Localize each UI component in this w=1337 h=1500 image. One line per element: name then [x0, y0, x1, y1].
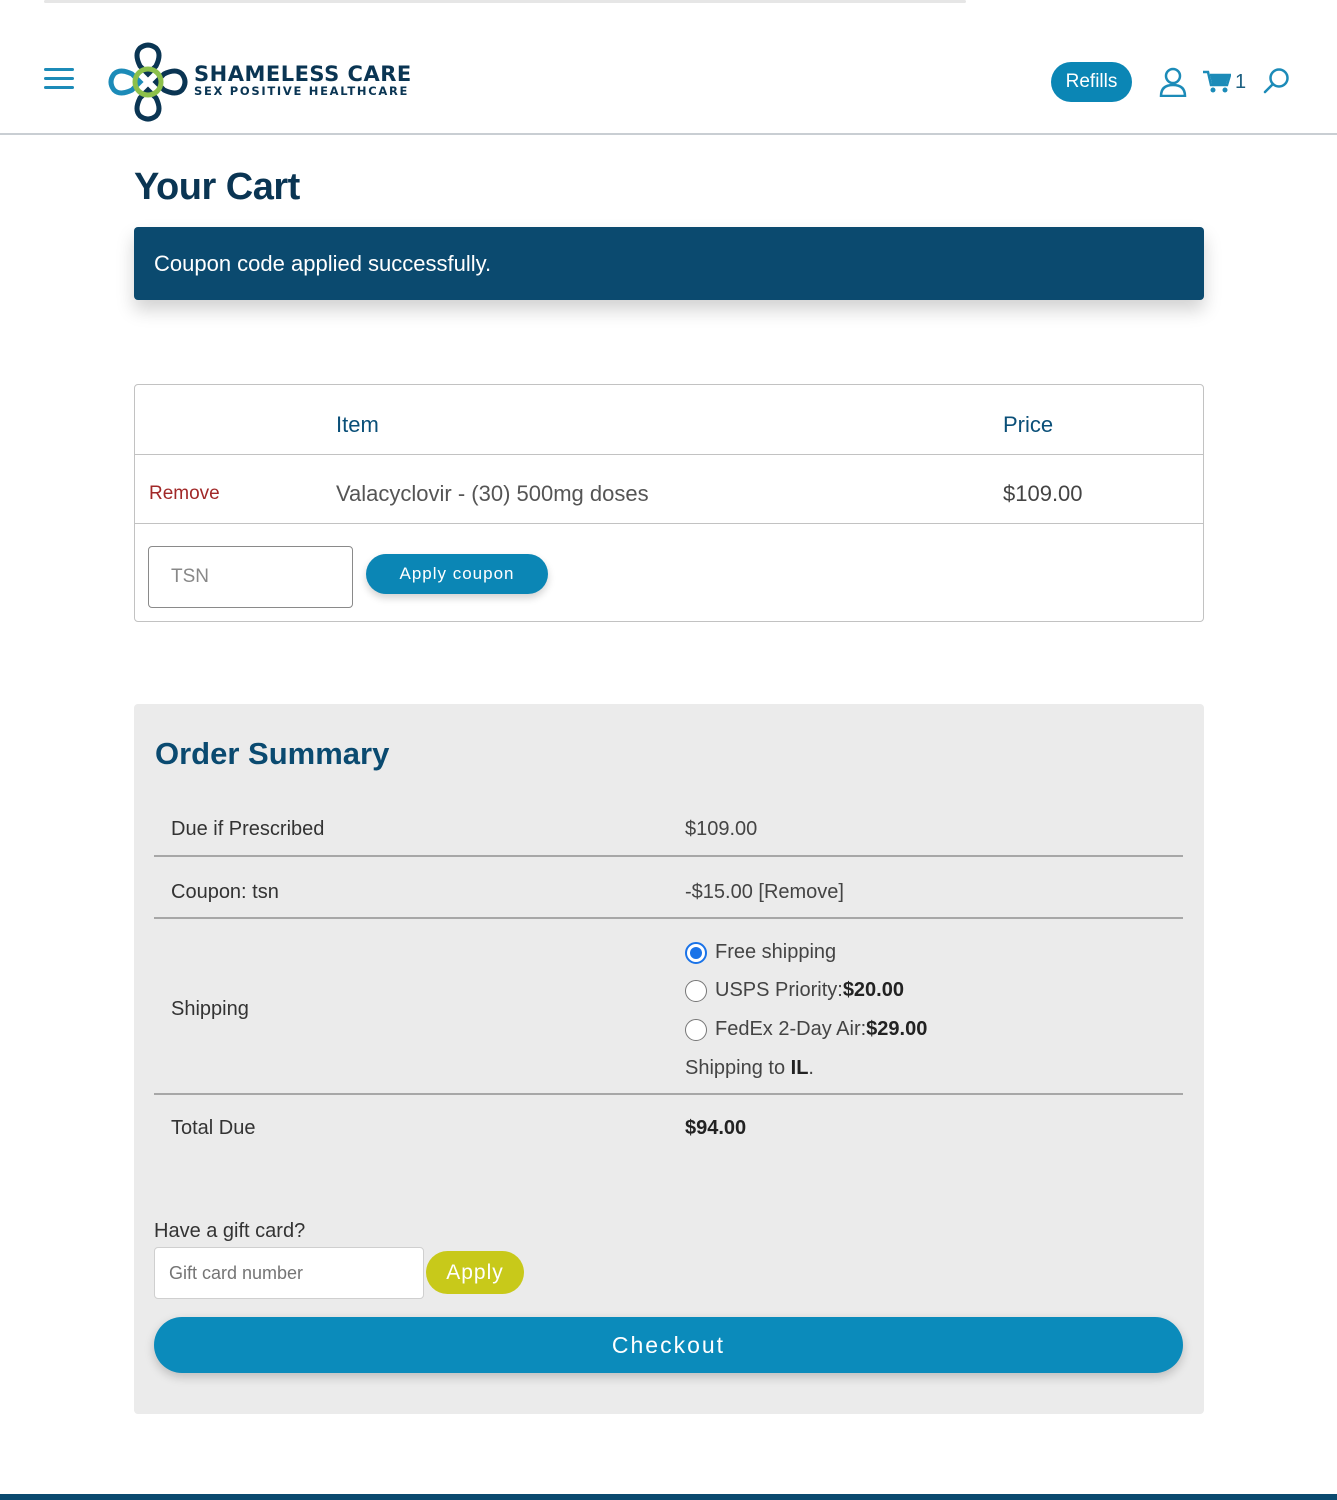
logo-cross-icon — [108, 42, 188, 122]
cart-table-header: Item Price — [135, 385, 1203, 455]
item-price: $109.00 — [1003, 481, 1083, 506]
radio-free-shipping[interactable] — [685, 941, 707, 964]
gift-card-input[interactable] — [154, 1247, 424, 1299]
shipping-to-state: IL — [790, 1057, 809, 1079]
logo[interactable]: SHAMELESS CARE SEX POSITIVE HEALTHCARE — [108, 42, 418, 122]
coupon-input[interactable] — [148, 546, 353, 608]
shipping-option-price: $29.00 — [866, 1018, 928, 1040]
summary-row-total: Total Due $94.00 — [154, 1097, 1183, 1157]
total-label: Total Due — [171, 1117, 256, 1139]
summary-row-due: Due if Prescribed $109.00 — [154, 794, 1183, 857]
total-value: $94.00 — [685, 1117, 747, 1139]
user-icon[interactable] — [1159, 67, 1187, 98]
site-header: SHAMELESS CARE SEX POSITIVE HEALTHCARE R… — [0, 0, 1337, 135]
search-icon[interactable] — [1262, 67, 1290, 95]
shipping-to-suffix: . — [808, 1057, 814, 1079]
gift-card-apply-button[interactable]: Apply — [426, 1251, 524, 1294]
gift-card-label: Have a gift card? — [154, 1220, 306, 1242]
shipping-destination: Shipping to IL. — [685, 1057, 814, 1080]
refills-button[interactable]: Refills — [1051, 62, 1132, 102]
order-summary-title: Order Summary — [155, 736, 390, 771]
remove-item-link[interactable]: Remove — [149, 483, 220, 505]
cart-table: Item Price Remove Valacyclovir - (30) 50… — [134, 384, 1204, 622]
footer-bar — [0, 1494, 1337, 1500]
logo-subtitle: SEX POSITIVE HEALTHCARE — [194, 84, 410, 98]
summary-row-coupon: Coupon: tsn -$15.00 [Remove] — [154, 857, 1183, 919]
success-notice: Coupon code applied successfully. — [134, 227, 1204, 300]
column-header-price: Price — [1003, 412, 1054, 437]
menu-icon[interactable] — [44, 68, 74, 94]
shipping-option-price: $20.00 — [842, 979, 904, 1001]
cart-count[interactable]: 1 — [1235, 71, 1246, 94]
apply-coupon-button[interactable]: Apply coupon — [366, 554, 548, 594]
table-row: Remove Valacyclovir - (30) 500mg doses $… — [135, 455, 1203, 524]
shipping-to-prefix: Shipping to — [685, 1057, 791, 1079]
shipping-option-fedex[interactable]: FedEx 2-Day Air: $29.00 — [685, 1018, 927, 1041]
checkout-button[interactable]: Checkout — [154, 1317, 1183, 1373]
coupon-value[interactable]: -$15.00 [Remove] — [685, 881, 844, 904]
radio-fedex-2day[interactable] — [685, 1018, 707, 1041]
radio-usps-priority[interactable] — [685, 979, 707, 1002]
due-value: $109.00 — [685, 818, 758, 840]
page-title: Your Cart — [134, 166, 300, 208]
logo-title: SHAMELESS CARE — [194, 62, 412, 86]
shipping-option-label: USPS Priority: — [715, 979, 843, 1001]
order-summary: Order Summary Due if Prescribed $109.00 … — [134, 704, 1204, 1414]
due-label: Due if Prescribed — [171, 818, 325, 840]
shipping-option-label: Free shipping — [715, 941, 837, 963]
coupon-label: Coupon: tsn — [171, 881, 279, 903]
summary-row-shipping: Shipping Free shipping USPS Priority: $2… — [154, 919, 1183, 1095]
shipping-option-usps[interactable]: USPS Priority: $20.00 — [685, 979, 904, 1002]
item-name: Valacyclovir - (30) 500mg doses — [336, 481, 649, 506]
column-header-item: Item — [336, 412, 379, 437]
cart-icon[interactable] — [1203, 70, 1232, 94]
shipping-label: Shipping — [171, 998, 249, 1020]
shipping-option-free[interactable]: Free shipping — [685, 941, 836, 964]
shipping-option-label: FedEx 2-Day Air: — [715, 1018, 867, 1040]
